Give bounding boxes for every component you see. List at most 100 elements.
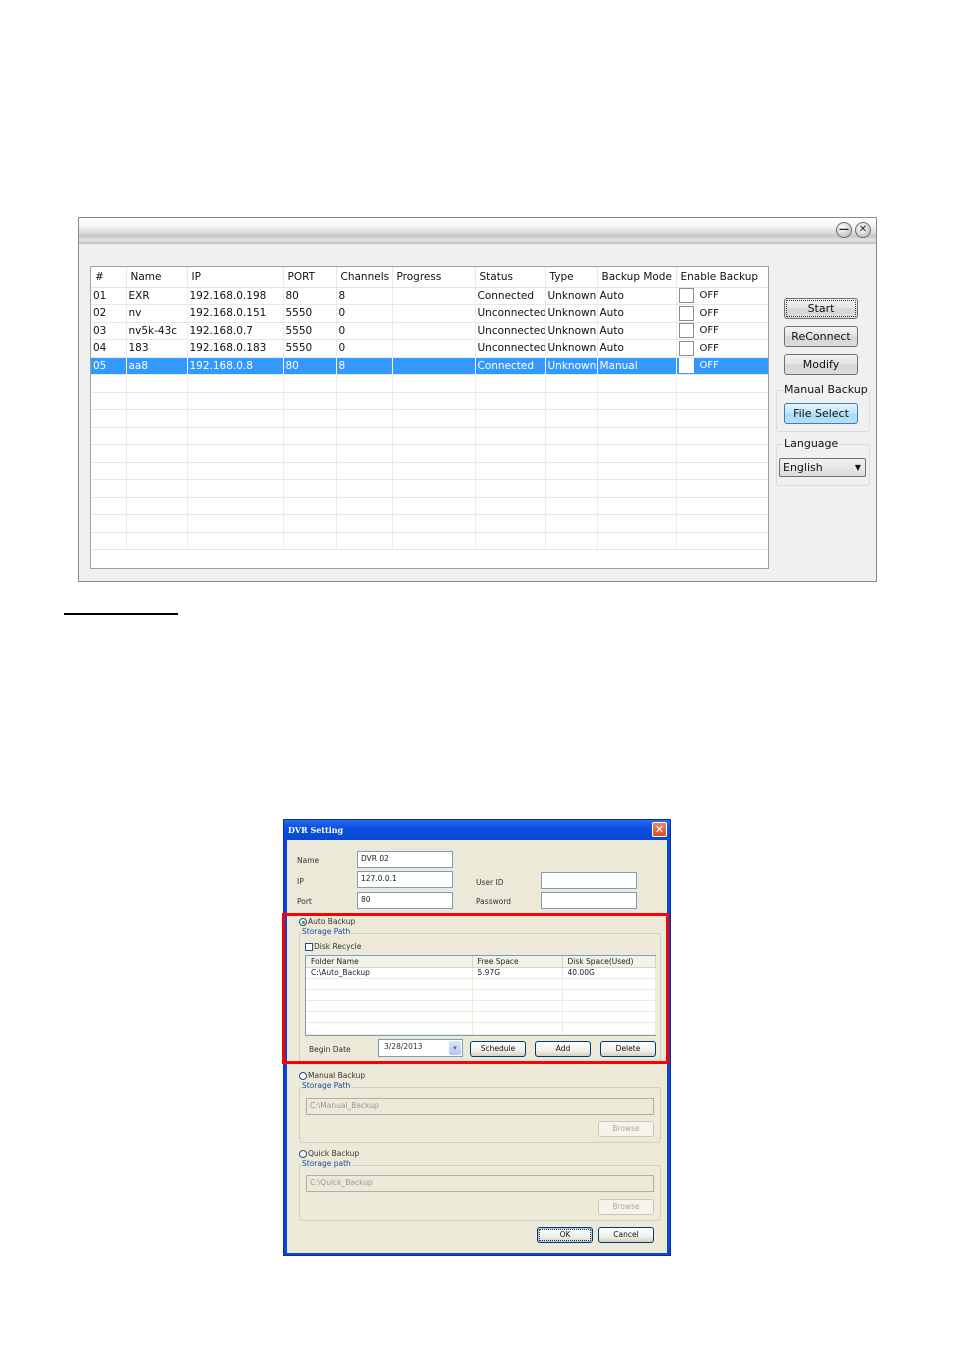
empty-cell (283, 462, 337, 480)
empty-cell (676, 409, 768, 428)
cell-ip: 192.168.0.151 (187, 304, 284, 323)
column-header[interactable]: Channels (336, 267, 393, 288)
start-button[interactable]: Start (784, 298, 858, 319)
empty-cell (545, 392, 598, 410)
ok-button[interactable]: OK (537, 1227, 593, 1243)
empty-cell (475, 444, 546, 463)
password-field[interactable] (541, 892, 637, 909)
cell-backup-mode: Auto (597, 322, 677, 340)
cancel-button[interactable]: Cancel (598, 1227, 654, 1243)
empty-cell (475, 479, 546, 498)
name-field[interactable]: DVR 02 (357, 851, 453, 868)
empty-cell (91, 497, 127, 515)
window-title-bar[interactable]: — ✕ (79, 218, 876, 244)
column-header[interactable]: Status (475, 267, 546, 288)
quick-browse-button[interactable]: Browse (598, 1199, 654, 1215)
manual-backup-radio[interactable]: Manual Backup (299, 1071, 365, 1080)
port-label: Port (297, 897, 312, 906)
cell-num: 05 (91, 357, 127, 375)
language-select[interactable]: English ▼ (779, 458, 866, 477)
table-row[interactable]: 04 183 192.168.0.183 5550 0 Unconnected Unknow… (91, 339, 768, 358)
name-label: Name (297, 856, 320, 865)
column-header[interactable]: Enable Backup (676, 267, 768, 288)
port-field[interactable]: 80 (357, 892, 453, 909)
enable-backup-checkbox[interactable] (678, 358, 694, 374)
enable-backup-checkbox[interactable] (678, 305, 694, 321)
minimize-button[interactable]: — (836, 222, 852, 238)
modify-button[interactable]: Modify (784, 354, 858, 375)
cell-status: Connected (475, 357, 546, 375)
manual-path-field[interactable]: C:\Manual_Backup (306, 1098, 654, 1115)
empty-cell (336, 409, 393, 428)
empty-cell (126, 514, 188, 533)
cell-enable-backup: OFF (676, 339, 768, 358)
column-header[interactable]: # (91, 267, 127, 288)
empty-cell (545, 514, 598, 533)
enable-backup-checkbox[interactable] (678, 323, 694, 339)
table-row[interactable]: 01 EXR 192.168.0.198 80 8 Connected Unknown Aut… (91, 287, 768, 305)
empty-cell (475, 462, 546, 480)
empty-cell (336, 462, 393, 480)
empty-cell (597, 532, 677, 550)
reconnect-button[interactable]: ReConnect (784, 326, 858, 347)
dialog-close-button[interactable]: ✕ (652, 822, 667, 837)
empty-cell (126, 532, 188, 550)
column-header[interactable]: Progress (392, 267, 476, 288)
cell-type: Unknown (545, 322, 598, 340)
empty-cell (545, 444, 598, 463)
cell-port: 5550 (283, 322, 337, 340)
empty-cell (126, 497, 188, 515)
cell-progress (392, 287, 476, 305)
column-header[interactable]: PORT (283, 267, 337, 288)
empty-cell (187, 392, 284, 410)
table-row[interactable]: 02 nv 192.168.0.151 5550 0 Unconnected Unknown… (91, 304, 768, 323)
cell-type: Unknown (545, 357, 598, 375)
empty-cell (597, 514, 677, 533)
cell-status: Unconnected (475, 339, 546, 358)
cell-port: 5550 (283, 339, 337, 358)
column-header[interactable]: Name (126, 267, 188, 288)
cell-ip: 192.168.0.198 (187, 287, 284, 305)
empty-cell (676, 427, 768, 445)
column-header[interactable]: IP (187, 267, 284, 288)
empty-cell (676, 444, 768, 463)
manual-browse-button[interactable]: Browse (598, 1121, 654, 1137)
password-label: Password (476, 897, 512, 906)
quick-backup-radio[interactable]: Quick Backup (299, 1149, 359, 1158)
column-header[interactable]: Backup Mode (597, 267, 677, 288)
empty-cell (126, 392, 188, 410)
empty-cell (676, 497, 768, 515)
ip-field[interactable]: 127.0.0.1 (357, 871, 453, 888)
userid-field[interactable] (541, 872, 637, 889)
empty-cell (187, 409, 284, 428)
cell-status: Unconnected (475, 322, 546, 340)
enable-backup-state: OFF (699, 290, 719, 302)
empty-cell (597, 392, 677, 410)
ip-label: IP (297, 877, 304, 886)
table-row[interactable]: 03 nv5k-43c 192.168.0.7 5550 0 Unconnected Unk… (91, 322, 768, 340)
empty-cell (475, 497, 546, 515)
empty-table-row (91, 392, 768, 410)
column-header[interactable]: Type (545, 267, 598, 288)
empty-cell (336, 427, 393, 445)
empty-table-row (91, 427, 768, 445)
empty-table-row (91, 532, 768, 550)
cell-channels: 8 (336, 287, 393, 305)
enable-backup-checkbox[interactable] (678, 288, 694, 304)
dvr-list-table[interactable]: # Name IP PORT Channels Progress Status Type Bac… (90, 266, 769, 569)
dialog-title-bar[interactable]: DVR Setting (284, 820, 670, 840)
table-row[interactable]: 05 aa8 192.168.0.8 80 8 Connected Unknown Manua… (91, 357, 768, 375)
enable-backup-state: OFF (699, 325, 719, 337)
cell-name: aa8 (126, 357, 188, 375)
quick-path-field[interactable]: C:\Quick_Backup (306, 1175, 654, 1192)
empty-cell (126, 427, 188, 445)
dialog-title: DVR Setting (288, 825, 344, 835)
empty-cell (91, 532, 127, 550)
close-button[interactable]: ✕ (855, 222, 871, 238)
empty-cell (187, 427, 284, 445)
cell-num: 03 (91, 322, 127, 340)
empty-cell (392, 444, 476, 463)
cell-type: Unknown (545, 339, 598, 358)
file-select-button[interactable]: File Select (784, 403, 858, 424)
enable-backup-checkbox[interactable] (678, 340, 694, 356)
